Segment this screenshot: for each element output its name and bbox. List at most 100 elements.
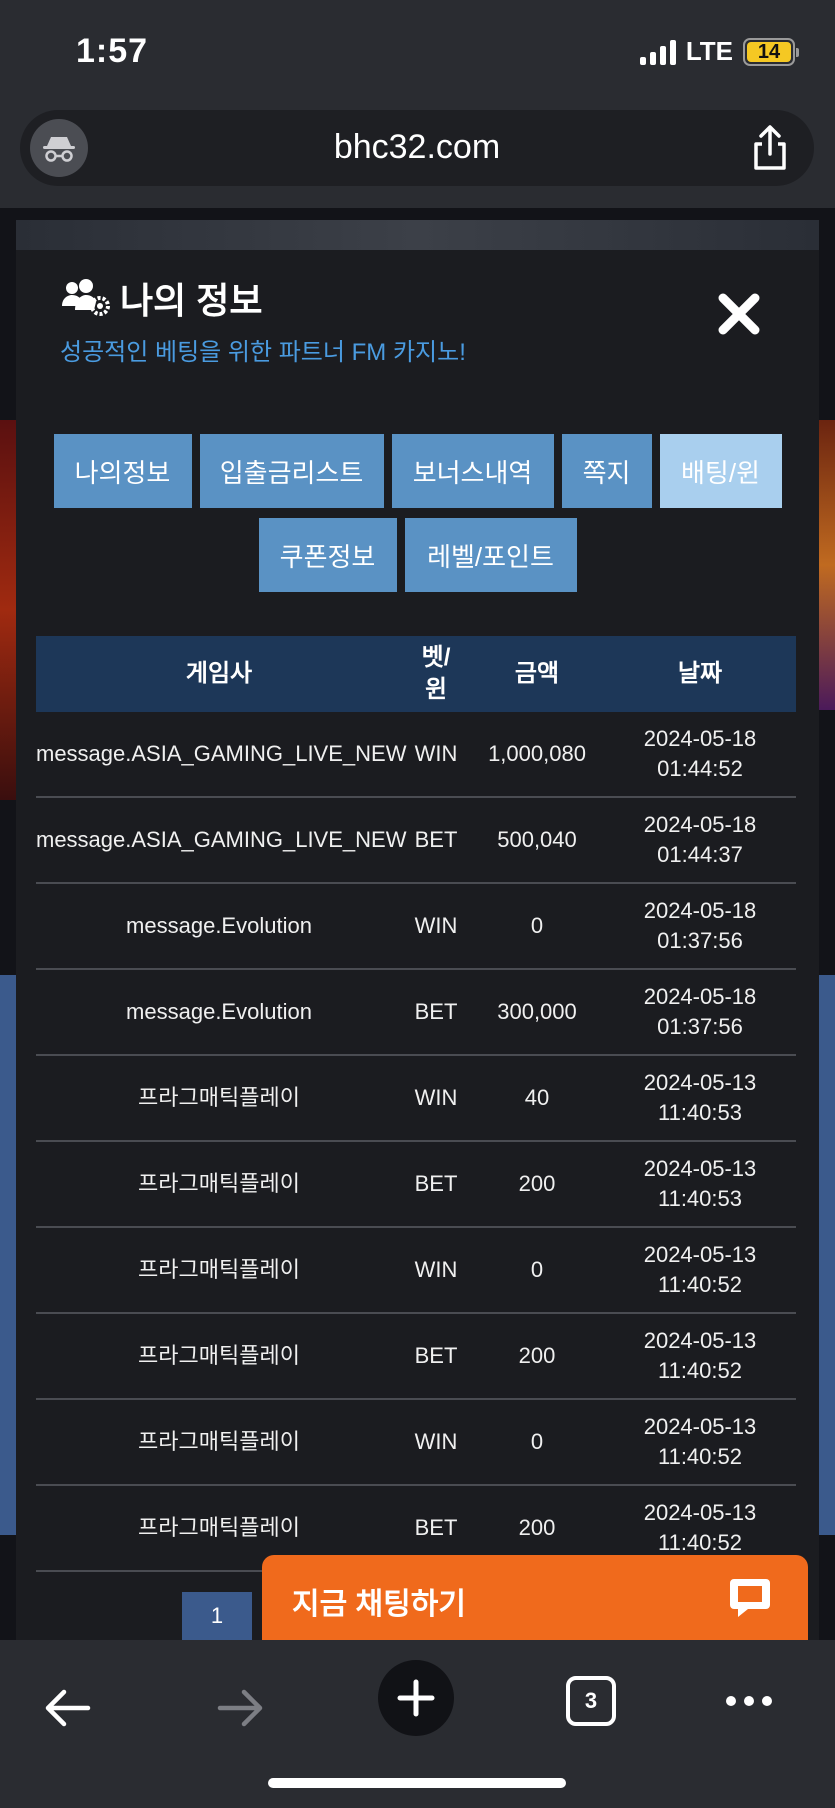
cell-amount: 40 — [524, 1085, 550, 1110]
tab-my-info[interactable]: 나의정보 — [53, 434, 192, 508]
cell-type: WIN — [414, 913, 458, 938]
cell-time: 01:37:56 — [657, 1014, 743, 1039]
cell-type: WIN — [414, 1257, 458, 1282]
cell-datetime: 2024-05-13 11:40:52 — [604, 1326, 796, 1386]
tab-row-2: 쿠폰정보 레벨/포인트 — [16, 518, 819, 592]
chat-now-button[interactable]: 지금 채팅하기 — [262, 1555, 808, 1641]
chat-label: 지금 채팅하기 — [292, 1588, 466, 1621]
signal-icon — [639, 39, 676, 65]
table-row: 프라그매틱플레이 WIN 0 2024-05-13 11:40:52 — [36, 1400, 796, 1486]
chat-bubble-icon — [730, 1579, 770, 1617]
cell-datetime: 2024-05-18 01:44:37 — [604, 810, 796, 870]
decor-blue-left — [0, 975, 16, 1535]
cell-date: 2024-05-18 — [643, 726, 757, 751]
cell-amount: 0 — [530, 913, 544, 938]
cell-type: WIN — [414, 741, 458, 766]
table-row: message.Evolution BET 300,000 2024-05-18 01:… — [36, 970, 796, 1056]
tab-bet-win[interactable]: 배팅/윈 — [659, 434, 782, 508]
cell-time: 01:37:56 — [657, 928, 743, 953]
cell-amount: 200 — [518, 1171, 556, 1196]
cell-time: 11:40:53 — [657, 1100, 742, 1125]
cell-amount: 200 — [518, 1515, 556, 1540]
status-bar: 1:57 LTE 14 — [0, 0, 835, 100]
cell-date: 2024-05-18 — [643, 984, 757, 1009]
modal-title: 나의 정보 — [60, 272, 262, 324]
new-tab-button[interactable] — [378, 1660, 454, 1736]
cell-type: BET — [414, 1171, 458, 1196]
header-provider: 게임사 — [185, 660, 253, 687]
cell-type: WIN — [414, 1429, 458, 1454]
cell-time: 01:44:52 — [657, 756, 743, 781]
cell-provider: message.ASIA_GAMING_LIVE_NEW — [36, 741, 407, 766]
cell-amount: 300,000 — [497, 999, 577, 1024]
modal-title-text: 나의 정보 — [120, 280, 263, 321]
cell-datetime: 2024-05-13 11:40:52 — [604, 1412, 796, 1472]
cell-datetime: 2024-05-13 11:40:52 — [604, 1498, 796, 1558]
cell-provider: message.ASIA_GAMING_LIVE_NEW — [36, 827, 407, 852]
cell-date: 2024-05-18 — [643, 812, 757, 837]
tab-deposit-withdraw[interactable]: 입출금리스트 — [199, 434, 384, 508]
close-icon[interactable] — [715, 290, 763, 338]
header-type-text: 벳/ 윈 — [421, 644, 451, 703]
battery-level: 14 — [747, 41, 791, 62]
more-icon[interactable] — [726, 1696, 772, 1706]
banner-strip — [16, 220, 819, 250]
cell-date: 2024-05-13 — [643, 1070, 757, 1095]
cell-time: 11:40:53 — [657, 1186, 742, 1211]
url-text[interactable]: bhc32.com — [20, 128, 814, 167]
tab-coupon-info[interactable]: 쿠폰정보 — [258, 518, 397, 592]
cell-datetime: 2024-05-13 11:40:53 — [604, 1068, 796, 1128]
back-arrow-icon[interactable] — [42, 1686, 92, 1730]
cell-provider: 프라그매틱플레이 — [138, 1171, 300, 1196]
cell-provider: 프라그매틱플레이 — [138, 1085, 300, 1110]
cell-provider: 프라그매틱플레이 — [138, 1343, 300, 1368]
cell-provider: message.Evolution — [126, 913, 312, 938]
cell-datetime: 2024-05-18 01:44:52 — [604, 724, 796, 784]
modal-subtitle: 성공적인 베팅을 위한 파트너 FM 카지노! — [60, 339, 466, 366]
home-indicator — [268, 1778, 566, 1788]
header-amount: 금액 — [514, 660, 560, 687]
status-time: 1:57 — [76, 32, 149, 70]
cell-type: BET — [414, 827, 458, 852]
tab-level-points[interactable]: 레벨/포인트 — [404, 518, 577, 592]
header-date: 날짜 — [677, 660, 723, 687]
table-row: message.ASIA_GAMING_LIVE_NEW WIN 1,000,080… — [36, 712, 796, 798]
cell-datetime: 2024-05-18 01:37:56 — [604, 896, 796, 956]
cell-datetime: 2024-05-18 01:37:56 — [604, 982, 796, 1042]
header-type: 벳/ 윈 — [402, 642, 470, 706]
cell-type: BET — [414, 1515, 458, 1540]
cell-time: 01:44:37 — [657, 842, 743, 867]
cell-amount: 0 — [530, 1257, 544, 1282]
cell-datetime: 2024-05-13 11:40:53 — [604, 1154, 796, 1214]
share-icon[interactable] — [748, 124, 792, 172]
cell-provider: 프라그매틱플레이 — [138, 1515, 300, 1540]
tab-messages[interactable]: 쪽지 — [561, 434, 652, 508]
screen: 1:57 LTE 14 bhc32.com 나의 정보 성공적인 베팅을 위한 … — [0, 0, 835, 1808]
cell-provider: 프라그매틱플레이 — [138, 1429, 300, 1454]
my-info-modal: 나의 정보 성공적인 베팅을 위한 파트너 FM 카지노! 나의정보 입출금리스… — [16, 250, 819, 1640]
address-bar[interactable]: bhc32.com — [20, 110, 814, 186]
cell-time: 11:40:52 — [657, 1358, 742, 1383]
battery-icon: 14 — [743, 37, 799, 66]
cell-date: 2024-05-13 — [643, 1414, 757, 1439]
plus-icon — [397, 1679, 435, 1717]
tab-bonus-history[interactable]: 보너스내역 — [391, 434, 554, 508]
cell-amount: 500,040 — [497, 827, 577, 852]
cell-date: 2024-05-13 — [643, 1242, 757, 1267]
cell-type: BET — [414, 999, 458, 1024]
table-header: 게임사 벳/ 윈 금액 날짜 — [36, 636, 796, 712]
table-row: 프라그매틱플레이 WIN 0 2024-05-13 11:40:52 — [36, 1228, 796, 1314]
forward-arrow-icon[interactable] — [216, 1686, 266, 1730]
cell-type: WIN — [414, 1085, 458, 1110]
cell-date: 2024-05-18 — [643, 898, 757, 923]
table-body: message.ASIA_GAMING_LIVE_NEW WIN 1,000,080… — [36, 712, 796, 1572]
cell-provider: 프라그매틱플레이 — [138, 1257, 300, 1282]
cell-date: 2024-05-13 — [643, 1500, 757, 1525]
cell-time: 11:40:52 — [657, 1272, 742, 1297]
table-row: 프라그매틱플레이 WIN 40 2024-05-13 11:40:53 — [36, 1056, 796, 1142]
cell-date: 2024-05-13 — [643, 1328, 757, 1353]
tabs-icon[interactable]: 3 — [566, 1676, 616, 1726]
users-gear-icon — [62, 279, 110, 316]
cell-amount: 1,000,080 — [488, 741, 586, 766]
page-1-button[interactable]: 1 — [182, 1592, 252, 1640]
